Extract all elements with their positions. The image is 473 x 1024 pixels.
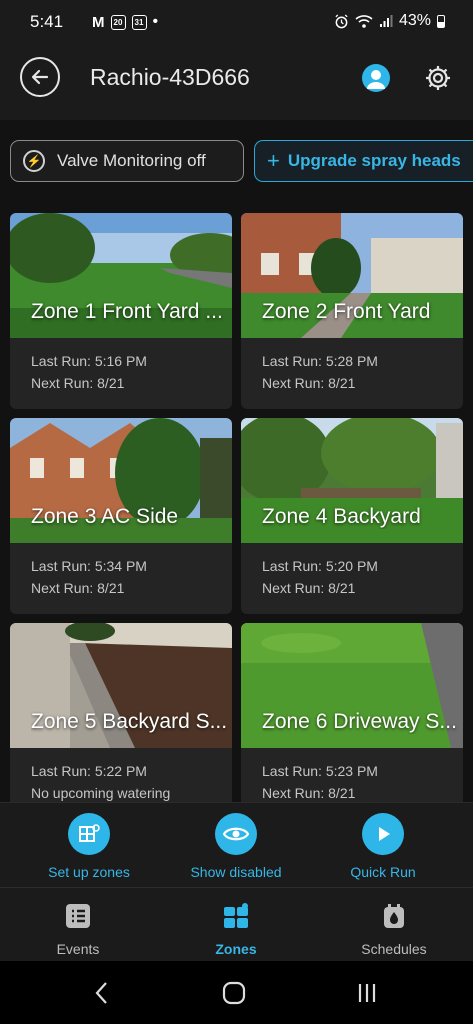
zone-name: Zone 2 Front Yard	[262, 300, 431, 323]
notification-dot: •	[152, 13, 159, 30]
nav-events[interactable]: Events	[13, 902, 143, 957]
wifi-icon	[355, 14, 373, 28]
zone-next-run: Next Run: 8/21	[262, 580, 356, 596]
schedule-icon	[384, 904, 404, 928]
show-disabled-button[interactable]: Show disabled	[161, 813, 311, 880]
back-button[interactable]	[20, 57, 60, 97]
zones-grid: Zone 1 Front Yard ... Last Run: 5:16 PM …	[0, 200, 473, 802]
action-bar: Set up zones Show disabled Quick Run	[0, 802, 473, 887]
system-nav-bar	[0, 961, 473, 1024]
zone-name: Zone 6 Driveway S...	[262, 710, 457, 733]
upgrade-label: Upgrade spray heads	[287, 151, 461, 170]
calendar-icon-2: 31	[131, 14, 147, 30]
battery-icon	[437, 14, 445, 28]
lightning-icon: ⚡	[23, 150, 45, 172]
system-status-icons: 43%	[334, 12, 445, 30]
zone-last-run: Last Run: 5:23 PM	[262, 763, 378, 779]
zone-next-run: Next Run: 8/21	[262, 375, 356, 391]
alarm-icon	[335, 13, 348, 28]
zone-last-run: Last Run: 5:34 PM	[31, 558, 147, 574]
set-up-zones-label: Set up zones	[48, 864, 130, 880]
page-title: Rachio-43D666	[90, 64, 250, 90]
zone-card[interactable]: Zone 3 AC Side Last Run: 5:34 PM Next Ru…	[10, 418, 232, 614]
settings-button[interactable]	[424, 64, 452, 92]
zone-next-run: Next Run: 8/21	[31, 580, 125, 596]
zone-card[interactable]: Zone 5 Backyard S... Last Run: 5:22 PM N…	[10, 623, 232, 802]
set-up-zones-button[interactable]: Set up zones	[14, 813, 164, 880]
calendar-icon: 20	[110, 14, 126, 30]
bottom-nav: Events Zones Schedules	[0, 887, 473, 962]
notification-icons: M 20 31 •	[92, 13, 158, 31]
back-icon[interactable]	[92, 981, 112, 1005]
zone-next-run: Next Run: 8/21	[262, 785, 356, 801]
show-disabled-label: Show disabled	[190, 864, 282, 880]
nav-events-label: Events	[56, 941, 100, 957]
nav-schedules[interactable]: Schedules	[329, 902, 459, 957]
valve-monitoring-label: Valve Monitoring off	[57, 151, 206, 170]
quick-run-button[interactable]: Quick Run	[308, 813, 458, 880]
plus-icon: +	[267, 148, 280, 173]
zone-name: Zone 1 Front Yard ...	[31, 300, 223, 323]
zone-next-run: No upcoming watering	[31, 785, 171, 801]
quick-run-label: Quick Run	[350, 864, 416, 880]
upgrade-spray-heads-chip[interactable]: + Upgrade spray heads	[254, 140, 473, 182]
home-icon[interactable]	[222, 981, 246, 1005]
zone-name: Zone 3 AC Side	[31, 505, 179, 528]
zone-card[interactable]: Zone 4 Backyard Last Run: 5:20 PM Next R…	[241, 418, 463, 614]
zone-card[interactable]: Zone 2 Front Yard Last Run: 5:28 PM Next…	[241, 213, 463, 409]
zone-card[interactable]: Zone 1 Front Yard ... Last Run: 5:16 PM …	[10, 213, 232, 409]
zone-name: Zone 5 Backyard S...	[31, 710, 228, 733]
zone-last-run: Last Run: 5:20 PM	[262, 558, 378, 574]
valve-monitoring-chip[interactable]: ⚡ Valve Monitoring off	[10, 140, 244, 182]
zone-setup-icon	[68, 813, 110, 855]
gear-icon	[426, 66, 450, 90]
zones-grid-icon	[224, 903, 248, 928]
zone-last-run: Last Run: 5:16 PM	[31, 353, 147, 369]
signal-icon	[379, 15, 393, 27]
zone-next-run: Next Run: 8/21	[31, 375, 125, 391]
battery-percent: 43%	[398, 12, 431, 29]
gmail-icon: M	[92, 13, 105, 31]
arrow-left-icon	[31, 69, 49, 85]
chip-row: ⚡ Valve Monitoring off + Upgrade spray h…	[0, 140, 473, 184]
play-icon	[362, 813, 404, 855]
zone-card[interactable]: Zone 6 Driveway S... Last Run: 5:23 PM N…	[241, 623, 463, 802]
status-bar: 5:41 M 20 31 • 43%	[0, 0, 473, 44]
eye-icon	[215, 813, 257, 855]
list-icon	[66, 904, 90, 928]
nav-zones[interactable]: Zones	[171, 902, 301, 957]
account-button[interactable]	[362, 64, 390, 92]
zone-name: Zone 4 Backyard	[262, 505, 421, 528]
zone-last-run: Last Run: 5:22 PM	[31, 763, 147, 779]
zone-last-run: Last Run: 5:28 PM	[262, 353, 378, 369]
app-bar: Rachio-43D666	[0, 44, 473, 120]
user-icon	[367, 70, 385, 89]
recents-icon[interactable]	[356, 981, 378, 1005]
nav-zones-label: Zones	[215, 941, 257, 957]
nav-schedules-label: Schedules	[361, 941, 427, 957]
status-time: 5:41	[30, 12, 64, 31]
